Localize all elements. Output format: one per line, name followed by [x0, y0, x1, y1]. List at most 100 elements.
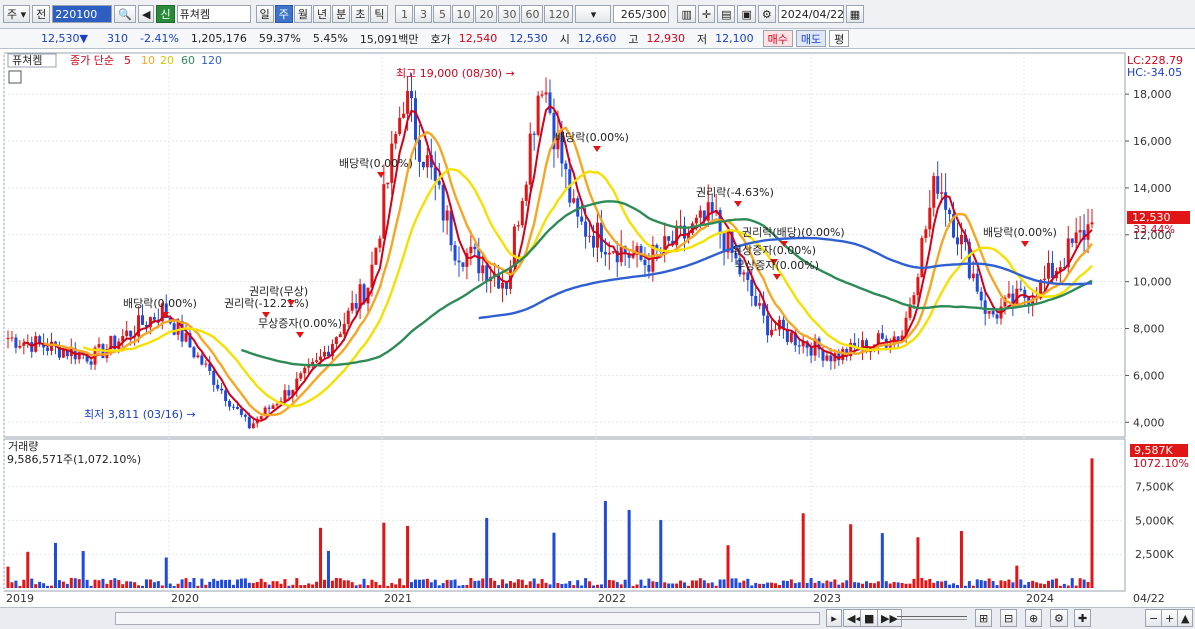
stop-button[interactable]: ■: [860, 609, 879, 627]
candle-body: [421, 161, 425, 168]
interval-1[interactable]: 1: [395, 5, 414, 23]
volume-bar: [536, 583, 540, 588]
period-dropdown[interactable]: 주 ▾: [3, 5, 31, 23]
candle-body: [319, 356, 323, 361]
interval-10[interactable]: 10: [452, 5, 475, 23]
chart-area[interactable]: 배당락(0.00%) 권리락(-12.21%)권리락(무상) 무상증자(0.00%)…: [0, 49, 1195, 607]
candle-body: [299, 373, 303, 379]
interval-30[interactable]: 30: [498, 5, 521, 23]
zoom-in-icon[interactable]: ⊕: [1025, 609, 1043, 627]
crosshair-icon[interactable]: ✛: [697, 5, 716, 23]
scroll-right-button[interactable]: ▸: [826, 609, 842, 627]
candle-body: [38, 336, 42, 343]
interval-dropdown[interactable]: ▾: [575, 5, 612, 23]
volume-bar: [544, 582, 548, 588]
eval-button[interactable]: 평: [829, 30, 850, 47]
volume-bar: [991, 581, 995, 588]
stock-code-input[interactable]: 220100: [52, 5, 113, 23]
legend-main: 종가 단순: [70, 54, 114, 67]
volume-bar: [979, 580, 983, 588]
volume-bar: [595, 584, 599, 588]
tab-4[interactable]: 분: [332, 5, 351, 23]
zoom-minus-button[interactable]: −: [1145, 609, 1163, 627]
candle-body: [461, 262, 465, 267]
volume-bar: [872, 583, 876, 588]
volume-bar: [196, 585, 200, 588]
volume-bar: [944, 580, 948, 588]
candle-body: [841, 348, 845, 361]
volume-bar: [46, 585, 50, 588]
zoom-fit-icon[interactable]: ⊞: [975, 609, 993, 627]
volume-bar: [180, 579, 184, 588]
interval-120[interactable]: 120: [544, 5, 574, 23]
date-field[interactable]: 2024/04/22: [777, 5, 844, 23]
bar-count-field[interactable]: 265/300: [613, 5, 670, 23]
candle-body: [742, 272, 746, 275]
interval-60[interactable]: 60: [521, 5, 544, 23]
volume-bar: [346, 580, 350, 588]
tab-5[interactable]: 초: [351, 5, 370, 23]
zoom-plus-button[interactable]: +: [1161, 609, 1179, 627]
tab-6[interactable]: 틱: [370, 5, 389, 23]
print-icon[interactable]: ▤: [717, 5, 736, 23]
volume-bar: [370, 579, 374, 588]
volume-bar: [1086, 581, 1090, 588]
volume-bar: [164, 557, 168, 588]
tab-0[interactable]: 일: [255, 5, 274, 23]
volume-bar: [734, 578, 738, 588]
interval-3[interactable]: 3: [414, 5, 433, 23]
ask-value: 12,540: [458, 32, 498, 45]
scroll-thumb[interactable]: [115, 612, 820, 625]
volume-bar: [1078, 578, 1082, 588]
scroll-bar[interactable]: ▸ ◀◀ ■ ▶▶ ⊞ ⊟ ⊕ ⚙ ✚ − + ▲: [0, 607, 1195, 629]
cross-icon[interactable]: ✚: [1074, 609, 1092, 627]
tab-3[interactable]: 년: [312, 5, 332, 23]
volume-bar: [338, 578, 342, 588]
volume-bar: [797, 582, 801, 588]
volume-bar: [805, 583, 809, 588]
calendar-icon[interactable]: ▦: [845, 5, 865, 23]
gear-icon[interactable]: ⚙: [757, 5, 776, 23]
candle-body: [247, 416, 251, 429]
prev-button[interactable]: 전: [32, 5, 51, 23]
open-value: 12,660: [577, 32, 617, 45]
candle-body: [524, 184, 528, 201]
tab-1[interactable]: 주: [274, 5, 293, 23]
volume-bar: [928, 578, 932, 588]
candle-body: [61, 350, 65, 358]
speaker-icon[interactable]: ◀: [137, 5, 155, 23]
zoom-slider[interactable]: [897, 616, 967, 620]
volume-bar: [457, 585, 461, 588]
volume-bar: [1054, 578, 1058, 588]
candle-body: [275, 404, 279, 406]
settings-icon[interactable]: ⚙: [1050, 609, 1068, 627]
candle-body: [698, 210, 702, 218]
volume-bar: [38, 581, 42, 588]
volume-bar: [813, 582, 817, 588]
search-icon[interactable]: 🔍: [114, 5, 136, 23]
stock-name-field[interactable]: 퓨쳐켐: [176, 5, 251, 23]
volume-bar: [963, 585, 967, 588]
volume-bar: [469, 577, 473, 588]
volume-bar: [726, 545, 730, 588]
volume-bar: [936, 581, 940, 588]
interval-20[interactable]: 20: [475, 5, 498, 23]
zoom-out-icon[interactable]: ⊟: [1000, 609, 1018, 627]
sell-button[interactable]: 매도: [795, 30, 827, 47]
tab-2[interactable]: 월: [293, 5, 312, 23]
volume-bar: [378, 584, 382, 588]
candle-icon[interactable]: ▥: [677, 5, 696, 23]
volume-bar: [141, 585, 145, 588]
interval-5[interactable]: 5: [433, 5, 452, 23]
volume-bar: [216, 580, 220, 588]
volume-bar: [57, 580, 61, 588]
low-label: 저: [697, 32, 708, 46]
buy-button[interactable]: 매수: [762, 30, 793, 47]
candle-body: [322, 351, 326, 357]
zoom-up-button[interactable]: ▲: [1177, 609, 1194, 627]
ma-legend-10: 10: [141, 54, 155, 67]
candle-body: [520, 200, 524, 226]
volume-bar: [924, 580, 928, 588]
save-icon[interactable]: ▣: [737, 5, 756, 23]
price-tick-label: 10,000: [1133, 276, 1172, 289]
